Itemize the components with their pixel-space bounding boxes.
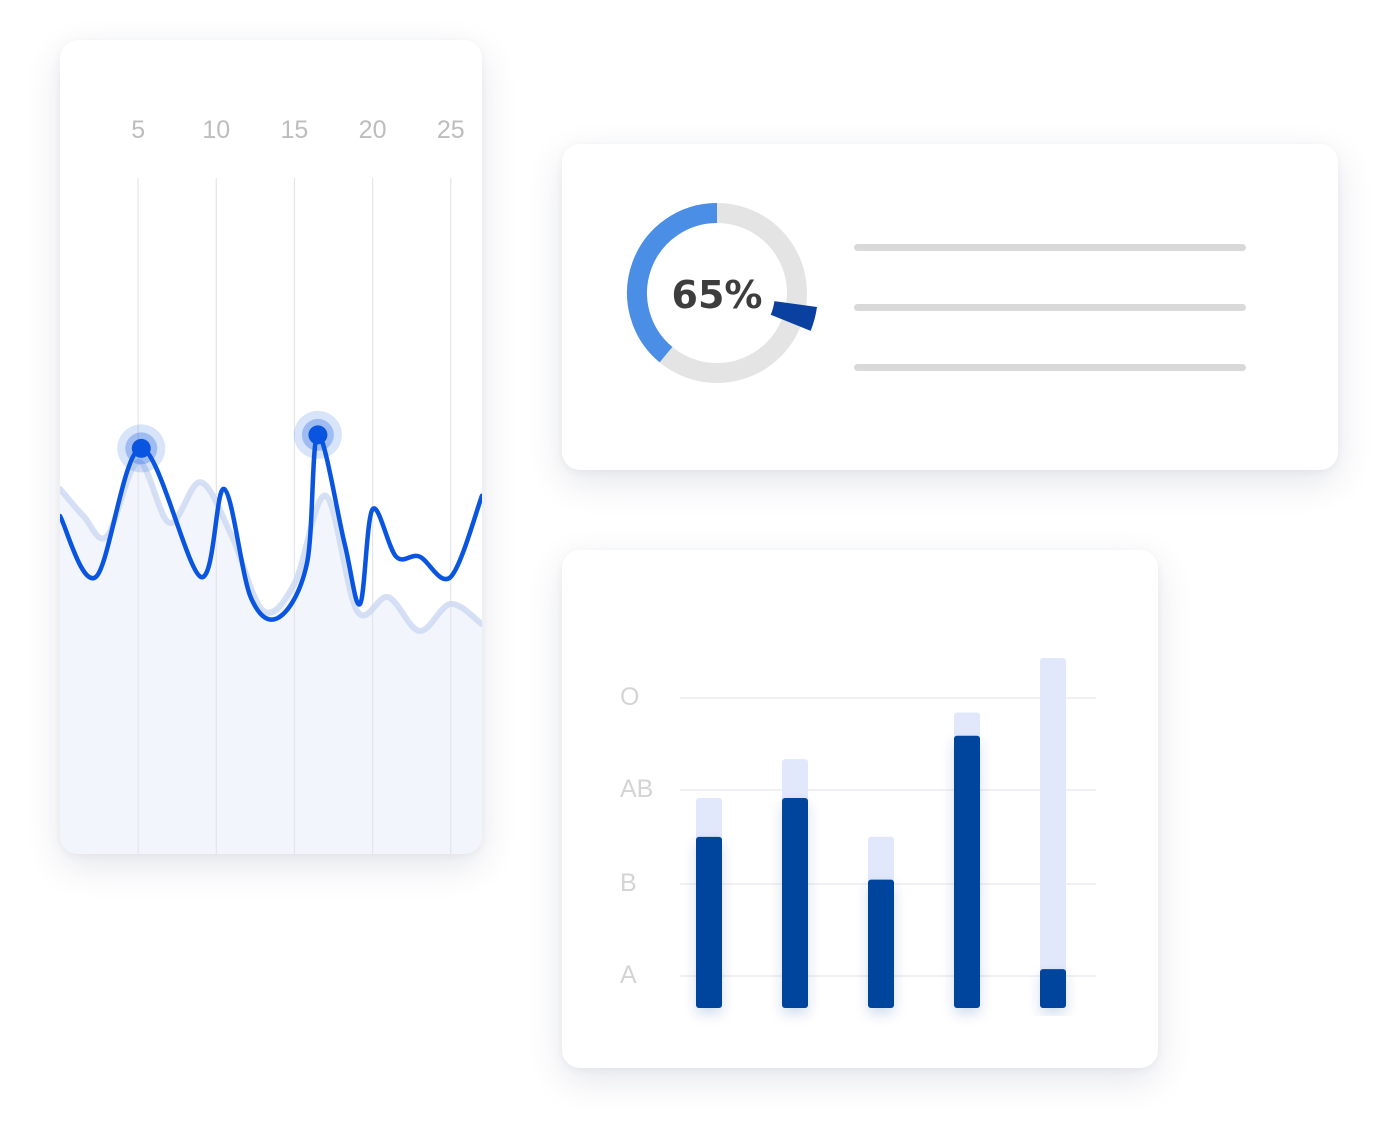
legend-line-1	[854, 244, 1246, 251]
x-tick-label: 10	[202, 116, 230, 144]
highlighted-data-point[interactable]	[117, 424, 166, 473]
y-tick-label: O	[620, 683, 639, 711]
x-tick-label: 20	[359, 116, 387, 144]
donut-chart: 65%	[627, 203, 1246, 383]
donut-chart-card: 65%	[562, 144, 1338, 470]
donut-percent-label: 65%	[672, 273, 763, 317]
bar-value	[868, 879, 894, 1008]
bar-value	[1040, 969, 1066, 1008]
x-tick-label: 15	[281, 116, 309, 144]
highlighted-data-point[interactable]	[293, 410, 342, 459]
y-tick-label: A	[620, 961, 637, 989]
bar-value	[696, 836, 722, 1008]
y-tick-label: AB	[620, 775, 653, 803]
bar-chart: ABABO	[620, 658, 1096, 1008]
y-tick-label: B	[620, 869, 637, 897]
x-tick-label: 25	[437, 116, 465, 144]
bar-total	[1040, 658, 1066, 1008]
bar-value	[954, 735, 980, 1008]
dashboard-canvas: 5 10 15 20 25 65% A B AB O	[0, 0, 1398, 1148]
line-chart-card: 5 10 15 20 25	[60, 40, 482, 854]
line-chart: 5 10 15 20 25	[60, 116, 482, 854]
x-tick-label: 5	[131, 116, 145, 144]
bar-value	[782, 798, 808, 1008]
legend-line-2	[854, 304, 1246, 311]
legend-line-3	[854, 364, 1246, 371]
bar-chart-card: A B AB O	[562, 550, 1158, 1068]
secondary-series-area	[60, 461, 482, 854]
